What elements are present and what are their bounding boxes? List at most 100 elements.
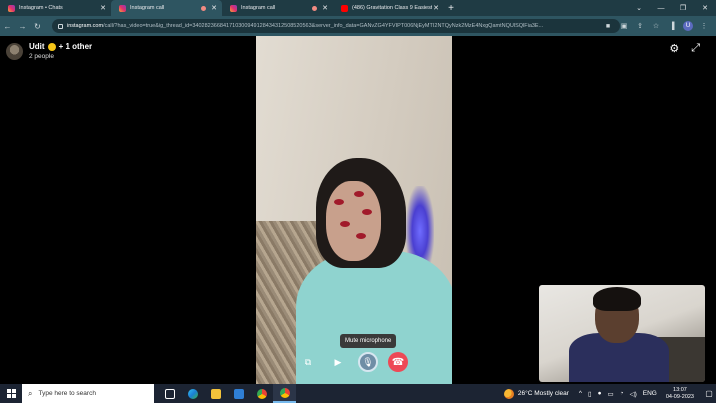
- tab-title: Instagram call: [130, 5, 165, 11]
- network-icon[interactable]: ▯: [588, 390, 592, 398]
- clock-time: 13:07: [673, 386, 687, 393]
- mute-tooltip: Mute microphone: [340, 334, 397, 348]
- tab-title: Instagram call: [241, 5, 276, 11]
- settings-gear-icon[interactable]: ⚙: [669, 42, 679, 55]
- recording-icon: [201, 5, 206, 11]
- url-path: /call/?has_video=true&ig_thread_id=34028…: [103, 23, 544, 29]
- window-controls: ⌄ — ❐ ✕: [628, 0, 716, 16]
- people-count: 2 people: [29, 53, 54, 60]
- search-placeholder: Type here to search: [38, 390, 96, 397]
- tab-youtube[interactable]: (486) Gravitation Class 9 Easiest ✕: [333, 0, 444, 16]
- edge-button[interactable]: [181, 384, 204, 403]
- camera-permission-icon[interactable]: ■: [600, 23, 616, 30]
- other-participants: + 1 other: [58, 42, 93, 51]
- chevron-up-icon[interactable]: ^: [579, 390, 582, 397]
- recording-icon: [312, 5, 317, 11]
- chrome-button[interactable]: [250, 384, 273, 403]
- tab-title: (486) Gravitation Class 9 Easiest: [352, 5, 432, 11]
- profile-avatar[interactable]: U: [683, 21, 693, 31]
- chrome-active-button[interactable]: [273, 384, 296, 403]
- chrome-icon: [256, 388, 267, 399]
- tab-instagram-chats[interactable]: Instagram • Chats ✕: [0, 0, 111, 16]
- instagram-icon: [119, 4, 126, 12]
- call-controls: ⧉ ▶ 🎙 ☎: [298, 350, 408, 374]
- browser-tab-strip: Instagram • Chats ✕ Instagram call ✕ Ins…: [0, 0, 716, 16]
- reload-button[interactable]: ↻: [30, 16, 45, 36]
- url-host: instagram.com: [67, 23, 104, 29]
- remote-video: [256, 36, 452, 384]
- clock-date: 04-09-2023: [665, 393, 694, 400]
- close-tab-icon[interactable]: ✕: [432, 4, 440, 12]
- system-tray: 26°C Mostly clear ^ ▯ ● ▭ ◔ ◁) ENG 13:07…: [503, 384, 716, 403]
- participants-info: Udit + 1 other 2 people: [29, 42, 92, 60]
- side-panel-icon[interactable]: ▐: [664, 23, 680, 30]
- folder-icon: [210, 388, 221, 399]
- task-view-button[interactable]: [158, 384, 181, 403]
- file-explorer-button[interactable]: [204, 384, 227, 403]
- maximize-button[interactable]: ❐: [672, 0, 694, 16]
- translate-icon[interactable]: ▣: [616, 22, 632, 30]
- lock-icon[interactable]: [58, 23, 63, 29]
- youtube-icon: [341, 4, 348, 12]
- close-window-button[interactable]: ✕: [694, 0, 716, 16]
- address-bar[interactable]: instagram.com/call/?has_video=true&ig_th…: [52, 19, 620, 33]
- call-header: Udit + 1 other 2 people: [6, 42, 92, 60]
- minimize-button[interactable]: —: [650, 0, 672, 16]
- call-top-icons: ⚙ ⤢: [669, 42, 700, 55]
- battery-icon[interactable]: ▭: [608, 390, 614, 398]
- start-button[interactable]: [0, 384, 22, 403]
- windows-logo-icon: [6, 389, 16, 398]
- lips-filter-mark: [334, 199, 344, 205]
- edge-icon: [187, 388, 198, 399]
- camera-button[interactable]: ▶: [328, 352, 348, 372]
- video-person-hair: [593, 287, 641, 311]
- end-call-button[interactable]: ☎: [388, 352, 408, 372]
- instagram-icon: [8, 4, 15, 12]
- screen: Instagram • Chats ✕ Instagram call ✕ Ins…: [0, 0, 716, 403]
- browser-toolbar: ← → ↻ instagram.com/call/?has_video=true…: [0, 16, 716, 36]
- share-icon[interactable]: ⇪: [632, 22, 648, 30]
- taskbar-search[interactable]: ⌕ Type here to search: [22, 384, 154, 403]
- participant-name[interactable]: Udit: [29, 42, 45, 51]
- microphone-icon[interactable]: ●: [598, 390, 602, 397]
- windows-taskbar: ⌕ Type here to search 26°C Mostly clear …: [0, 384, 716, 403]
- url-text: instagram.com/call/?has_video=true&ig_th…: [67, 23, 612, 29]
- wifi-icon[interactable]: ◔: [620, 390, 624, 397]
- close-tab-icon[interactable]: ✕: [99, 4, 107, 12]
- menu-kebab-icon[interactable]: ⋮: [696, 22, 712, 30]
- tab-search-icon[interactable]: ⌄: [628, 0, 650, 16]
- avatar[interactable]: [6, 43, 23, 60]
- close-tab-icon[interactable]: ✕: [321, 4, 329, 12]
- share-screen-button[interactable]: ⧉: [298, 352, 318, 372]
- lips-filter-mark: [362, 209, 372, 215]
- lips-filter-mark: [356, 233, 366, 239]
- mute-microphone-button[interactable]: 🎙: [358, 352, 378, 372]
- emoji-icon: [47, 42, 56, 51]
- mail-icon: [233, 388, 244, 399]
- close-tab-icon[interactable]: ✕: [210, 4, 218, 12]
- tab-instagram-call[interactable]: Instagram call ✕: [222, 0, 333, 16]
- new-tab-button[interactable]: +: [444, 0, 458, 16]
- tab-title: Instagram • Chats: [19, 5, 63, 11]
- self-video-preview[interactable]: [539, 285, 705, 382]
- chrome-icon: [279, 387, 290, 398]
- lips-filter-mark: [340, 221, 350, 227]
- clock[interactable]: 13:07 04-09-2023: [666, 387, 694, 401]
- toolbar-icons: ■ ▣ ⇪ ☆ ▐ U ⋮: [600, 16, 712, 36]
- call-area: Udit + 1 other 2 people ⚙ ⤢ Mute microph…: [0, 36, 716, 384]
- forward-button[interactable]: →: [15, 16, 30, 36]
- instagram-icon: [230, 4, 237, 12]
- task-view-icon: [164, 388, 175, 399]
- bookmark-star-icon[interactable]: ☆: [648, 22, 664, 30]
- mail-button[interactable]: [227, 384, 250, 403]
- fullscreen-icon[interactable]: ⤢: [691, 42, 700, 55]
- pinned-apps: [158, 384, 296, 403]
- tab-instagram-call-active[interactable]: Instagram call ✕: [111, 0, 222, 16]
- notification-icon[interactable]: ▢: [702, 389, 716, 398]
- weather-icon: [503, 388, 514, 399]
- weather-text[interactable]: 26°C Mostly clear: [518, 390, 569, 397]
- language-indicator[interactable]: ENG: [643, 390, 657, 397]
- participant-names: Udit + 1 other: [29, 42, 92, 51]
- volume-icon[interactable]: ◁): [630, 390, 637, 398]
- back-button[interactable]: ←: [0, 16, 15, 36]
